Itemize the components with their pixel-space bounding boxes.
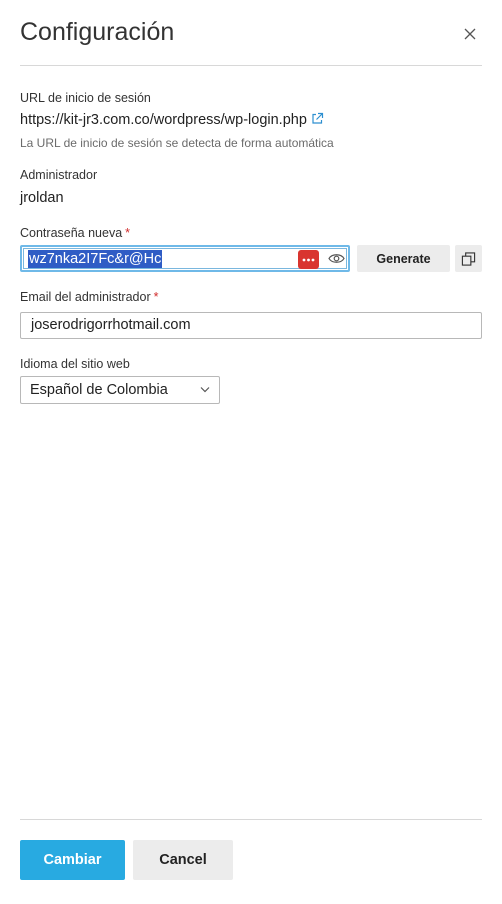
header-divider (20, 65, 482, 66)
generate-button[interactable]: Generate (357, 245, 450, 272)
submit-button[interactable]: Cambiar (20, 840, 125, 880)
footer-divider (20, 819, 482, 820)
dialog-title: Configuración (20, 18, 175, 46)
close-button[interactable] (460, 24, 480, 44)
password-label-row: Contraseña nueva * (20, 226, 130, 240)
login-url-row: https://kit-jr3.com.co/wordpress/wp-logi… (20, 112, 324, 129)
language-label: Idioma del sitio web (20, 357, 130, 371)
language-select[interactable]: Español de Colombia (20, 376, 220, 404)
copy-button[interactable] (455, 245, 482, 272)
language-selected: Español de Colombia (30, 382, 168, 398)
required-mark: * (125, 226, 131, 240)
copy-icon (461, 251, 476, 266)
admin-label: Administrador (20, 168, 98, 182)
login-url-label: URL de inicio de sesión (20, 91, 151, 105)
external-link-icon[interactable] (311, 112, 324, 129)
login-url-link[interactable]: https://kit-jr3.com.co/wordpress/wp-logi… (20, 112, 307, 128)
email-value: joserodrigorrhotmail.com (31, 317, 191, 333)
email-label-row: Email del administrador * (20, 290, 158, 304)
cancel-button[interactable]: Cancel (133, 840, 233, 880)
required-mark: * (153, 290, 159, 304)
password-manager-icon[interactable] (298, 250, 319, 269)
password-label: Contraseña nueva (20, 226, 123, 240)
password-value[interactable]: wz7nka2I7Fc&r@Hc (28, 250, 163, 268)
email-field[interactable]: joserodrigorrhotmail.com (20, 312, 482, 339)
eye-icon[interactable] (328, 252, 345, 270)
email-label: Email del administrador (20, 290, 151, 304)
admin-value: jroldan (20, 190, 64, 206)
chevron-down-icon (200, 387, 210, 393)
close-icon (464, 28, 476, 40)
password-input[interactable]: wz7nka2I7Fc&r@Hc (20, 245, 350, 272)
login-url-hint: La URL de inicio de sesión se detecta de… (20, 136, 334, 150)
